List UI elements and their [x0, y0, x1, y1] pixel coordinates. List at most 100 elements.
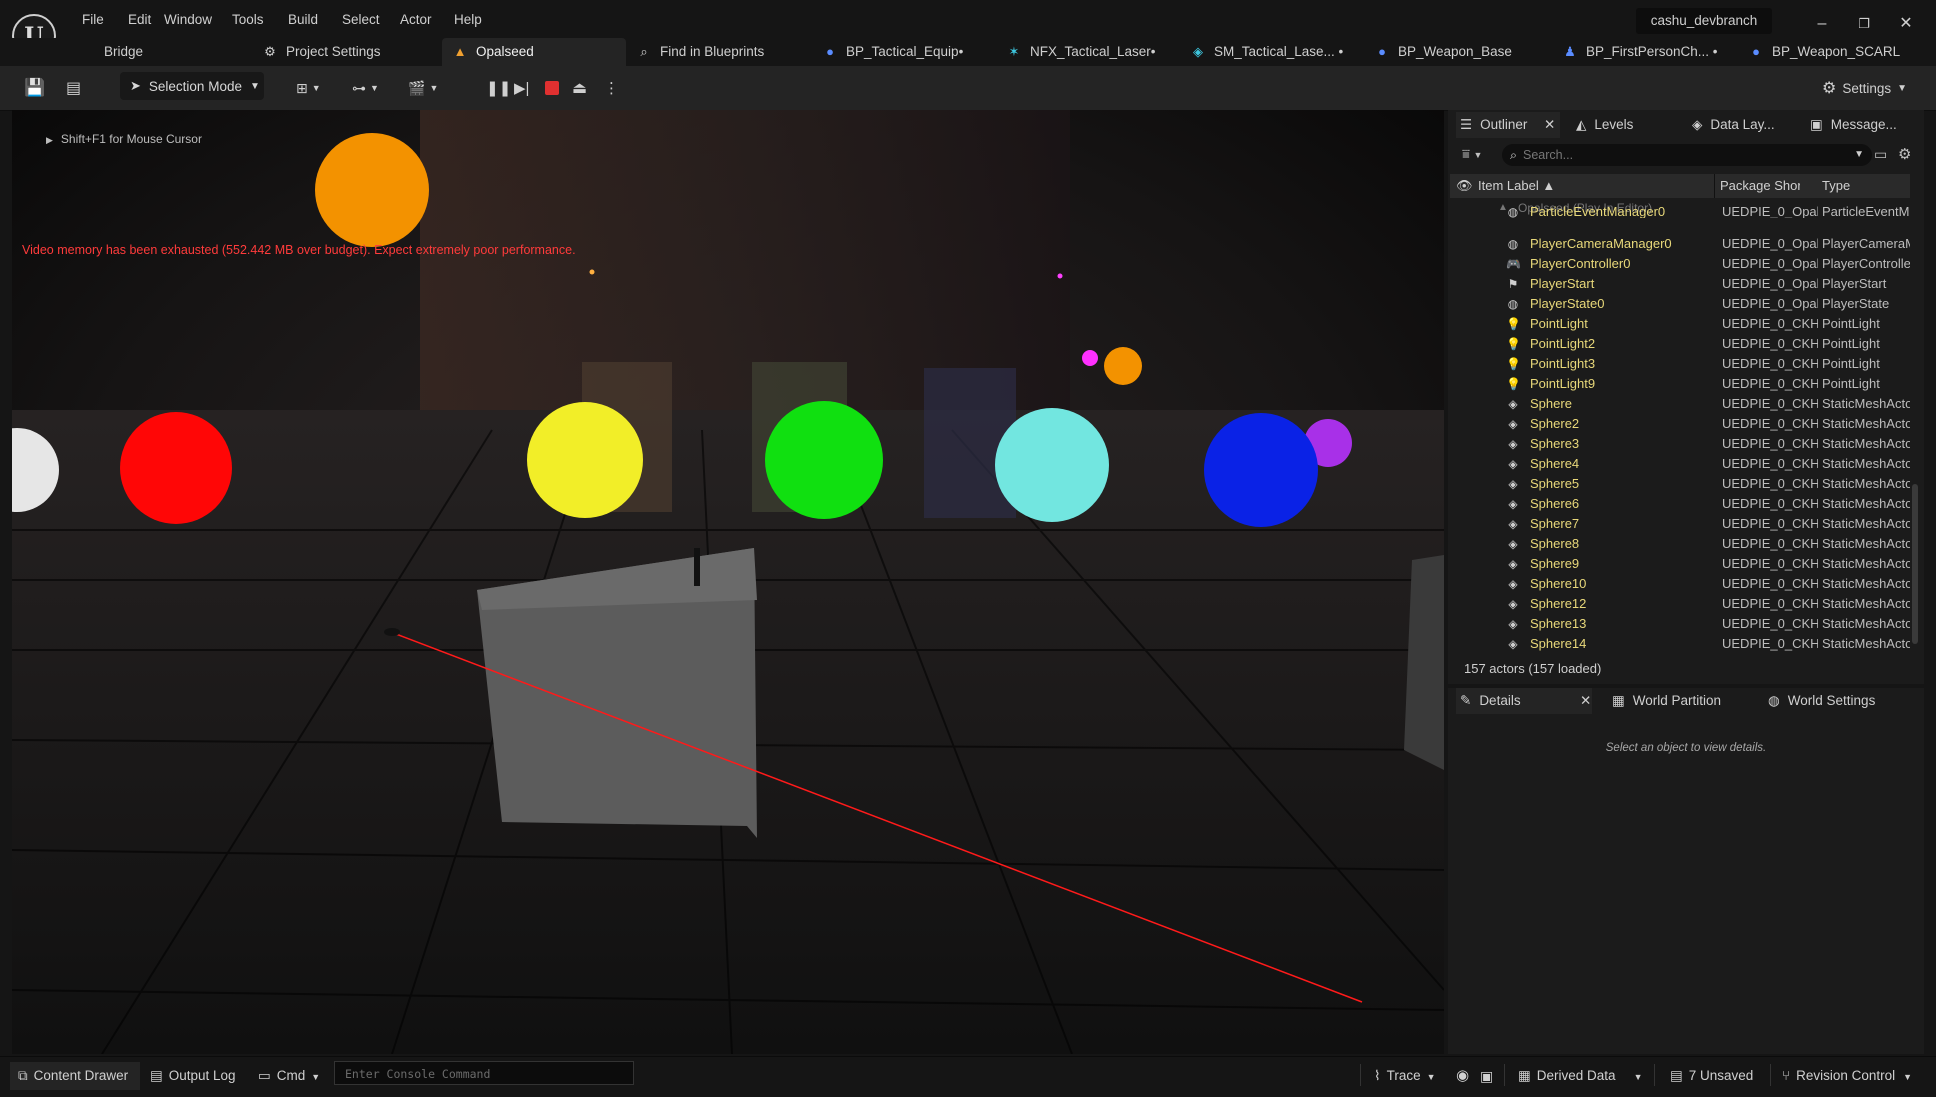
row-type: PlayerStart [1822, 276, 1887, 291]
row-package-name: UEDPIE_0_Opal [1722, 236, 1818, 251]
settings-button[interactable]: ⚙ Settings ▼ [1822, 74, 1907, 102]
tab-bp-weapon-base[interactable]: ● BP_Weapon_Base [1374, 38, 1512, 66]
more-options-icon[interactable]: ⋮ [604, 74, 619, 102]
row-type: PlayerControlle [1822, 256, 1910, 271]
unsaved-button[interactable]: ▤ 7 Unsaved [1670, 1062, 1753, 1090]
outliner-row[interactable]: ◈ Sphere6 UEDPIE_0_CKH StaticMeshActo [1450, 494, 1910, 514]
tab-bridge[interactable]: Bridge [104, 38, 143, 66]
outliner-row[interactable]: ◈ Sphere9 UEDPIE_0_CKH StaticMeshActo [1450, 554, 1910, 574]
close-icon[interactable]: ✕ [1894, 12, 1918, 36]
selection-mode-dropdown[interactable]: ➤ Selection Mode ▼ [120, 72, 264, 100]
trace-dropdown[interactable]: ⌇ Trace ▼ [1374, 1062, 1436, 1090]
eject-icon[interactable]: ⏏ [572, 74, 587, 102]
stop-icon[interactable] [545, 74, 559, 102]
row-type: StaticMeshActo [1822, 456, 1910, 471]
tab-project-settings[interactable]: ⚙ Project Settings [262, 38, 380, 66]
point-light-icon: 💡 [1506, 337, 1521, 351]
outliner-row[interactable]: ◈ Sphere10 UEDPIE_0_CKH StaticMeshActo [1450, 574, 1910, 594]
outliner-search-input[interactable]: ⌕ Search... ▼ [1502, 144, 1872, 166]
outliner-row[interactable]: ◈ Sphere3 UEDPIE_0_CKH StaticMeshActo [1450, 434, 1910, 454]
menu-file[interactable]: File [76, 10, 110, 29]
message-log-icon: ▣ [1810, 117, 1823, 132]
console-command-input[interactable]: Enter Console Command [334, 1061, 634, 1085]
tab-sm-tactical-laser[interactable]: ◈ SM_Tactical_Lase... • [1190, 38, 1343, 66]
row-type: StaticMeshActo [1822, 476, 1910, 491]
trace-icon: ⌇ [1374, 1068, 1381, 1083]
outliner-row[interactable]: 💡 PointLight2 UEDPIE_0_CKH PointLight [1450, 334, 1910, 354]
outliner-row[interactable]: ◈ Sphere8 UEDPIE_0_CKH StaticMeshActo [1450, 534, 1910, 554]
outliner-row[interactable]: ◈ Sphere2 UEDPIE_0_CKH StaticMeshActo [1450, 414, 1910, 434]
tab-data-layers[interactable]: ◈ Data Lay... [1692, 112, 1775, 138]
tab-world-settings[interactable]: ◍ World Settings [1768, 688, 1875, 714]
menu-build[interactable]: Build [282, 10, 324, 29]
screenshot-icon[interactable]: ▣ [1480, 1062, 1493, 1090]
outliner-row[interactable]: ◈ Sphere13 UEDPIE_0_CKH StaticMeshActo [1450, 614, 1910, 634]
save-icon[interactable]: 💾 [24, 74, 45, 102]
menu-actor[interactable]: Actor [394, 10, 438, 29]
column-item-label[interactable]: Item Label ▲ [1478, 178, 1555, 193]
tab-opalseed[interactable]: ▲ Opalseed [442, 38, 626, 66]
close-outliner-icon[interactable]: ✕ [1544, 112, 1555, 138]
outliner-row[interactable]: ◍ PlayerCameraManager0 UEDPIE_0_Opal Player… [1450, 234, 1910, 254]
row-item-label: Sphere8 [1530, 536, 1580, 551]
outliner-row[interactable]: ⚑ PlayerStart UEDPIE_0_Opal PlayerStart [1450, 274, 1910, 294]
outliner-row[interactable]: ◈ Sphere12 UEDPIE_0_CKH StaticMeshActo [1450, 594, 1910, 614]
play-triangle-icon: ▶ [46, 135, 53, 145]
outliner-row[interactable]: 🎮 PlayerController0 UEDPIE_0_Opal PlayerCon… [1450, 254, 1910, 274]
frame-advance-icon[interactable]: ▶| [514, 74, 529, 102]
tab-levels[interactable]: ◭ Levels [1576, 112, 1633, 138]
row-item-label: ParticleEventManager0 [1530, 206, 1666, 218]
menu-window[interactable]: Window [158, 10, 218, 29]
row-item-label: Sphere10 [1530, 576, 1587, 591]
outliner-row[interactable]: ◈ Sphere5 UEDPIE_0_CKH StaticMeshActo [1450, 474, 1910, 494]
outliner-row[interactable]: ◈ Sphere14 UEDPIE_0_CKH StaticMeshActo [1450, 634, 1910, 654]
outliner-row[interactable]: 💡 PointLight3 UEDPIE_0_CKH PointLight [1450, 354, 1910, 374]
tab-world-partition[interactable]: ▦ World Partition [1612, 688, 1721, 714]
outliner-row[interactable]: ◍ ParticleEventManager0 UEDPIE_0_Opal Parti… [1450, 206, 1910, 218]
static-mesh-icon: ◈ [1508, 517, 1518, 531]
outliner-settings-icon[interactable]: ⚙ [1898, 145, 1911, 163]
column-package-short-name[interactable]: Package Short N [1720, 178, 1800, 193]
tab-message-log[interactable]: ▣ Message... [1810, 112, 1897, 138]
outliner-scrollbar[interactable] [1912, 484, 1918, 644]
restore-icon[interactable]: ❐ [1852, 12, 1876, 36]
cmd-dropdown[interactable]: ▭ Cmd ▼ [258, 1062, 320, 1090]
outliner-row[interactable]: 💡 PointLight9 UEDPIE_0_CKH PointLight [1450, 374, 1910, 394]
content-drawer-button[interactable]: ⧉ Content Drawer [10, 1062, 141, 1090]
menu-help[interactable]: Help [448, 10, 488, 29]
row-type: PointLight [1822, 316, 1880, 331]
outliner-row[interactable]: ◈ Sphere4 UEDPIE_0_CKH StaticMeshActo [1450, 454, 1910, 474]
tab-bp-tactical-equip[interactable]: ● BP_Tactical_Equip• [822, 38, 963, 66]
visibility-eye-icon[interactable]: 👁 [1456, 178, 1473, 194]
output-log-button[interactable]: ▤ Output Log [150, 1062, 236, 1090]
static-mesh-icon: ◈ [1508, 417, 1518, 431]
close-details-icon[interactable]: ✕ [1580, 688, 1591, 714]
outliner-row[interactable]: ◈ Sphere7 UEDPIE_0_CKH StaticMeshActo [1450, 514, 1910, 534]
revision-control-dropdown[interactable]: ⑂ Revision Control ▼ [1782, 1062, 1912, 1090]
blueprint-menu-icon[interactable]: ⊶ ▼ [352, 74, 379, 102]
menu-tools[interactable]: Tools [226, 10, 270, 29]
row-type: PointLight [1822, 356, 1880, 371]
outliner-row[interactable]: 💡 PointLight UEDPIE_0_CKH PointLight [1450, 314, 1910, 334]
tab-find-in-blueprints[interactable]: ⌕ Find in Blueprints [636, 38, 764, 66]
find-icon: ⌕ [640, 44, 648, 59]
column-type[interactable]: Type [1822, 178, 1850, 193]
tab-bp-weapon-scarl[interactable]: ● BP_Weapon_SCARL [1748, 38, 1900, 66]
static-mesh-icon: ◈ [1508, 637, 1518, 651]
menu-select[interactable]: Select [336, 10, 386, 29]
tab-details[interactable]: ✎ Details [1456, 688, 1592, 714]
filter-icon[interactable]: ⩸ ▼ [1462, 146, 1482, 162]
tab-nfx-tactical-laser[interactable]: ✶ NFX_Tactical_Laser• [1006, 38, 1156, 66]
pause-icon[interactable]: ❚❚ [486, 74, 511, 102]
content-browser-icon[interactable]: ▤ [66, 74, 81, 102]
menu-edit[interactable]: Edit [122, 10, 157, 29]
outliner-row[interactable]: ◈ Sphere UEDPIE_0_CKH StaticMeshActo [1450, 394, 1910, 414]
outliner-row[interactable]: ◍ PlayerState0 UEDPIE_0_Opal PlayerState [1450, 294, 1910, 314]
cinematics-icon[interactable]: 🎬 ▼ [408, 74, 438, 102]
record-icon[interactable]: ◉ [1456, 1062, 1469, 1090]
add-folder-icon[interactable]: ▭ [1874, 146, 1887, 163]
derived-data-dropdown[interactable]: ▦ Derived Data ▼ [1518, 1062, 1642, 1090]
add-actor-icon[interactable]: ⊞ ▼ [296, 74, 321, 102]
tab-bp-firstpersoncharacter[interactable]: ♟ BP_FirstPersonCh... • [1562, 38, 1717, 66]
minimize-icon[interactable]: – [1810, 12, 1834, 36]
